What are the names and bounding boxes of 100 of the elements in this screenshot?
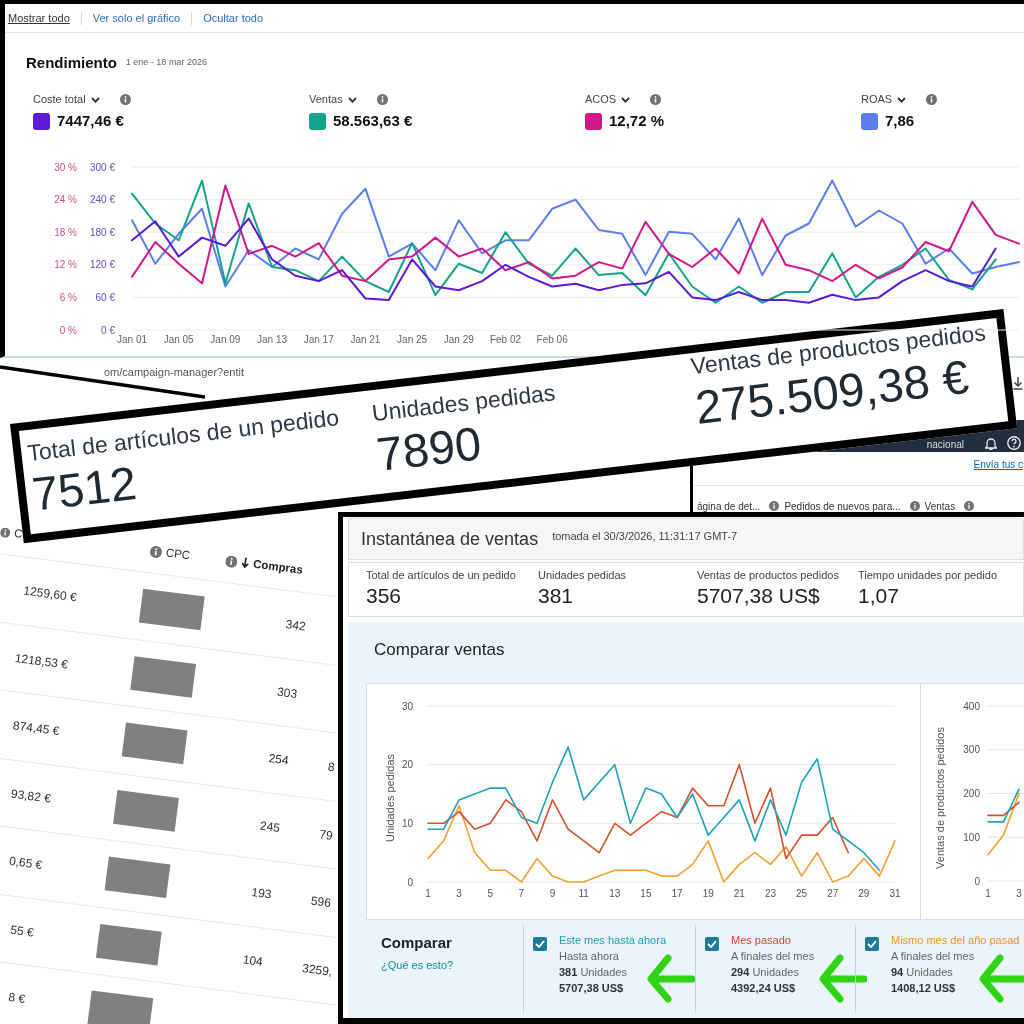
checkbox[interactable] xyxy=(865,937,879,951)
info-icon xyxy=(149,544,163,559)
bell-icon xyxy=(985,437,997,450)
axis-tick-label: 300 € xyxy=(89,161,115,173)
axis-tick-label: 23 xyxy=(764,888,777,899)
axis-tick-label: Jan 29 xyxy=(443,334,474,345)
view-tab[interactable]: Ver solo el gráfico xyxy=(92,9,181,27)
table-cell-text: 303 xyxy=(276,683,299,703)
table-cell-text: 93,82 € xyxy=(9,785,52,808)
column-header[interactable]: Ventas xyxy=(924,498,956,514)
info-icon xyxy=(650,94,662,105)
axis-tick-label: Jan 01 xyxy=(117,334,147,345)
legend-series-title: Este mes hasta ahora xyxy=(559,933,666,948)
metric-label: Tiempo unidades por pedido xyxy=(858,568,999,582)
axis-tick-label: 31 xyxy=(889,888,901,899)
info-icon xyxy=(224,554,239,568)
url-text: om/campaign-manager?entit xyxy=(104,366,245,379)
axis-tick-label: 200 xyxy=(963,788,980,799)
table-cell-text: 193 xyxy=(250,884,273,904)
view-tab[interactable]: Mostrar todo xyxy=(8,9,70,27)
axis-tick-label: 0 xyxy=(974,875,980,887)
column-header[interactable]: Compras xyxy=(252,555,304,579)
metric-value: 381 xyxy=(538,583,575,609)
table-cell-text: 0,65 € xyxy=(7,853,44,875)
metric-dropdown[interactable]: Ventas xyxy=(309,91,357,108)
metric-value: 5707,38 US$ xyxy=(697,583,821,609)
legend-units: 94 Unidades xyxy=(891,965,954,980)
help-link[interactable]: ¿Qué es esto? xyxy=(381,958,523,972)
metric-value: 12,72 % xyxy=(609,111,665,132)
metric-dropdown[interactable]: ROAS xyxy=(861,91,907,108)
axis-tick-label: 9 xyxy=(549,888,556,899)
legend-amount: 4392,24 US$ xyxy=(731,981,797,996)
axis-tick-label: 17 xyxy=(671,888,683,899)
metric-label: Ventas de productos pedidos xyxy=(697,568,840,582)
check-icon xyxy=(867,940,877,948)
axis-title: Unidades pedidas xyxy=(384,753,396,843)
metric-label: Total de artículos de un pedido xyxy=(366,568,517,582)
arrow-down-icon xyxy=(240,557,250,569)
metric-value: 7,86 xyxy=(885,111,915,132)
legend-units: 294 Unidades xyxy=(731,965,800,980)
chevron-down-icon xyxy=(90,96,100,103)
axis-tick-label: 7 xyxy=(518,888,525,899)
info-icon xyxy=(926,94,938,105)
nav-text: nacional xyxy=(926,439,964,451)
table-cell-text: 342 xyxy=(284,616,307,636)
legend-subtitle: A finales del mes xyxy=(891,949,976,964)
legend-series-title: Mismo mes del año pasad xyxy=(891,933,1020,948)
axis-tick-label: 6 % xyxy=(59,291,77,303)
checkbox[interactable] xyxy=(533,937,547,951)
axis-tick-label: 400 xyxy=(963,700,980,712)
axis-tick-label: 29 xyxy=(858,888,870,899)
axis-tick-label: 19 xyxy=(702,888,714,899)
metric-value: 7447,46 € xyxy=(57,111,124,132)
axis-tick-label: 120 € xyxy=(89,259,115,271)
checkbox[interactable] xyxy=(705,937,719,951)
axis-tick-label: 27 xyxy=(827,888,839,899)
axis-tick-label: 100 xyxy=(963,831,980,843)
legend-amount: 5707,38 US$ xyxy=(559,981,625,996)
table-cell-text: 104 xyxy=(241,951,264,971)
axis-tick-label: 13 xyxy=(609,888,621,899)
metric-value: 58.563,63 € xyxy=(333,111,413,132)
table-cell: 596 xyxy=(310,893,332,911)
legend-amount: 1408,12 US$ xyxy=(891,981,957,996)
axis-tick-label: Feb 06 xyxy=(536,334,568,345)
axis-tick-label: 25 xyxy=(796,888,808,899)
table-cell: 79 xyxy=(318,826,334,843)
axis-tick-label: 24 % xyxy=(54,194,77,206)
link[interactable]: Envía tus c xyxy=(973,459,1023,471)
axis-tick-label: 180 € xyxy=(89,226,115,238)
column-header[interactable]: ágina de det... xyxy=(697,498,761,514)
metric-dropdown[interactable]: ACOS xyxy=(585,91,631,108)
metric-value: 1,07 xyxy=(858,583,900,609)
axis-tick-label: 5 xyxy=(487,888,494,899)
column-header[interactable]: CPC xyxy=(164,544,192,565)
table-cell: 3259, xyxy=(301,960,333,979)
legend-subtitle: Hasta ahora xyxy=(559,949,620,964)
axis-tick-label: 3 xyxy=(456,888,462,899)
download-icon xyxy=(1013,377,1023,390)
axis-tick-label: Jan 09 xyxy=(210,334,241,345)
axis-tick-label: 1 xyxy=(985,888,991,899)
metric-label: Total de artículos de un pedido xyxy=(26,406,341,466)
axis-tick-label: 18 % xyxy=(54,226,77,238)
column-header[interactable]: C xyxy=(13,524,24,543)
column-header[interactable]: Pedidos de nuevos para... xyxy=(784,498,901,514)
metric-dropdown[interactable]: Coste total xyxy=(33,91,100,108)
info-icon xyxy=(119,94,131,105)
metric-label: Unidades pedidas xyxy=(538,568,628,582)
axis-tick-label: 30 % xyxy=(54,161,77,173)
axis-tick-label: 12 % xyxy=(54,259,77,271)
axis-tick-label: 20 xyxy=(401,759,413,771)
table-cell-text: 1259,60 € xyxy=(22,582,78,607)
axis-tick-label: 11 xyxy=(578,888,589,899)
view-tab[interactable]: Ocultar todo xyxy=(203,9,264,27)
axis-tick-label: Jan 25 xyxy=(397,334,428,345)
table-cell-text: 1218,53 € xyxy=(13,649,70,674)
section-title: Comparar ventas xyxy=(374,639,506,661)
axis-tick-label: 3 xyxy=(1016,888,1022,899)
table-cell-text: 874,45 € xyxy=(11,717,61,741)
axis-tick-label: 0 % xyxy=(59,324,77,336)
axis-tick-label: 0 xyxy=(407,876,413,888)
